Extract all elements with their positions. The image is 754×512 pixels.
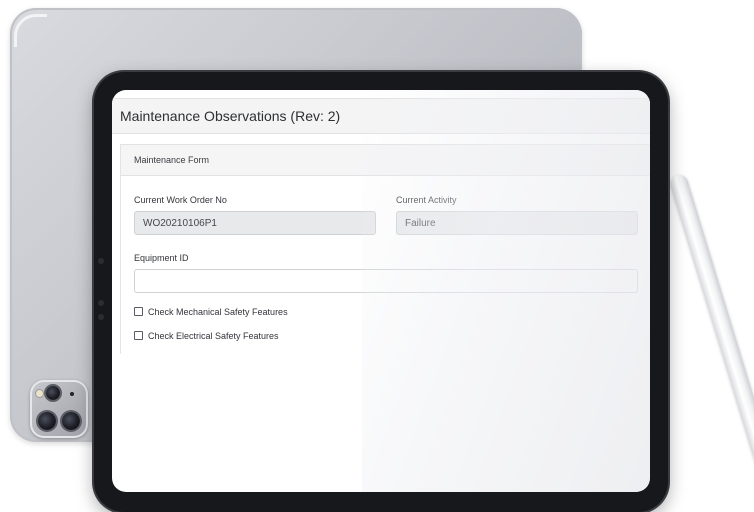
device-mockup: Maintenance Observations (Rev: 2) Mainte… [0, 0, 754, 512]
work-order-input[interactable] [134, 211, 376, 235]
microphone-icon [70, 392, 74, 396]
equipment-id-input[interactable] [134, 269, 638, 293]
camera-lens-icon [62, 412, 80, 430]
electrical-safety-checkbox-row[interactable]: Check Electrical Safety Features [134, 331, 279, 341]
camera-lens-icon [46, 386, 60, 400]
maintenance-form-card: Maintenance Form Current Work Order No C… [120, 144, 650, 354]
tablet-side-dot [98, 314, 104, 320]
current-activity-label: Current Activity [396, 195, 457, 205]
flash-icon [36, 390, 43, 397]
mechanical-safety-checkbox[interactable] [134, 307, 143, 316]
tablet-side-dot [98, 258, 104, 264]
card-header: Maintenance Form [121, 144, 650, 176]
mechanical-safety-checkbox-row[interactable]: Check Mechanical Safety Features [134, 307, 288, 317]
camera-lens-icon [38, 412, 56, 430]
tablet-front: Maintenance Observations (Rev: 2) Mainte… [94, 72, 668, 512]
work-order-label: Current Work Order No [134, 195, 227, 205]
tablet-side-dot [98, 300, 104, 306]
tablet-screen: Maintenance Observations (Rev: 2) Mainte… [112, 90, 650, 492]
electrical-safety-checkbox[interactable] [134, 331, 143, 340]
current-activity-input[interactable] [396, 211, 638, 235]
page-title: Maintenance Observations (Rev: 2) [120, 108, 341, 124]
mechanical-safety-label: Check Mechanical Safety Features [148, 307, 288, 317]
app-header: Maintenance Observations (Rev: 2) [112, 98, 650, 134]
tablet-back-edge-highlight [14, 14, 47, 47]
electrical-safety-label: Check Electrical Safety Features [148, 331, 279, 341]
card-header-title: Maintenance Form [134, 155, 210, 165]
stylus-pencil [668, 172, 754, 504]
camera-module [30, 380, 88, 438]
equipment-id-label: Equipment ID [134, 253, 189, 263]
